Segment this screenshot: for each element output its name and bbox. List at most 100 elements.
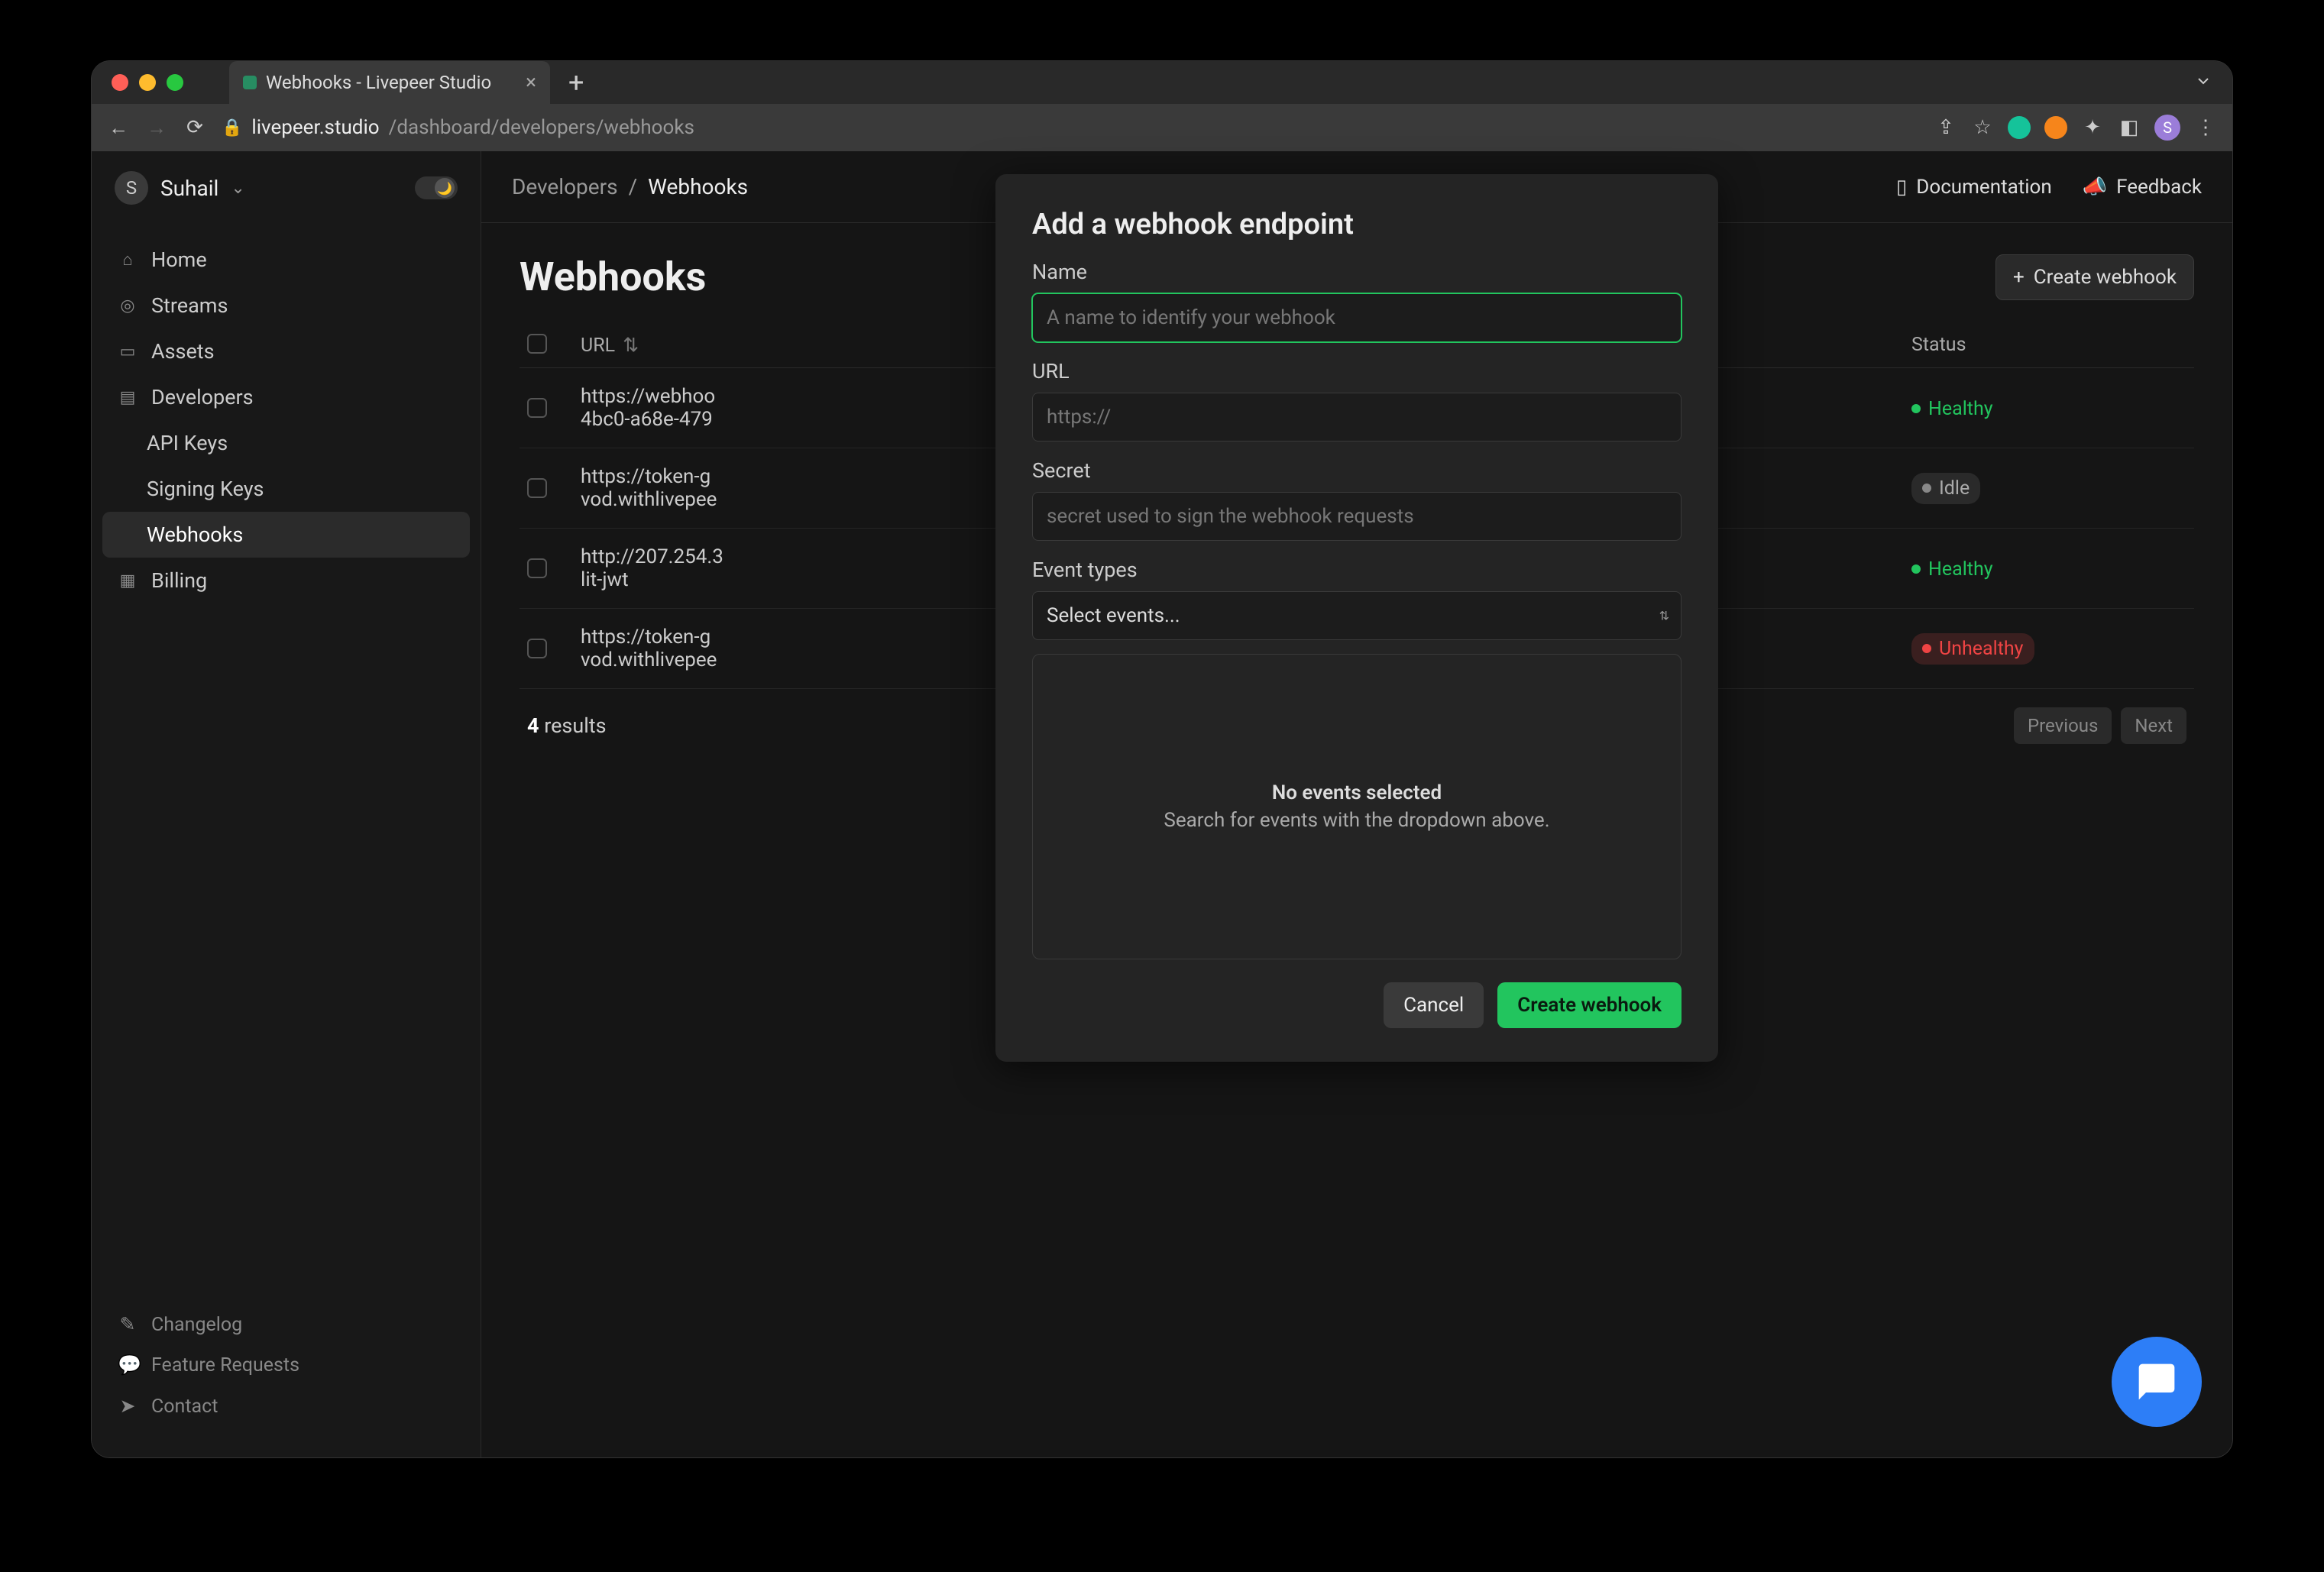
chat-icon: [2135, 1360, 2178, 1403]
sidebar-item-billing[interactable]: ▦Billing: [102, 558, 470, 603]
user-name[interactable]: Suhail: [160, 176, 218, 201]
url-label: URL: [1032, 359, 1682, 383]
sidebar-item-signing-keys[interactable]: Signing Keys: [102, 466, 470, 512]
pagination: Previous Next: [2014, 707, 2186, 744]
maximize-window-icon[interactable]: [167, 74, 183, 91]
toolbar-right: ⇪ ☆ ✦ ◧ S ⋮: [1934, 115, 2217, 141]
reload-icon[interactable]: ⟳: [183, 116, 206, 139]
back-icon[interactable]: ←: [107, 116, 130, 140]
sidebar-item-streams[interactable]: ◎Streams: [102, 283, 470, 328]
theme-toggle[interactable]: [415, 176, 458, 199]
sidebar-changelog[interactable]: ✎Changelog: [102, 1304, 470, 1345]
documentation-link[interactable]: ▯Documentation: [1896, 176, 2052, 199]
plus-icon: +: [2013, 266, 2025, 289]
add-webhook-modal: Add a webhook endpoint Name URL Secret E…: [995, 174, 1718, 1062]
row-checkbox[interactable]: [527, 398, 547, 418]
sidebar-item-home[interactable]: ⌂Home: [102, 237, 470, 283]
home-icon: ⌂: [118, 250, 138, 270]
extension-metamask-icon[interactable]: [2044, 116, 2067, 139]
bookmark-icon[interactable]: ☆: [1971, 116, 1994, 139]
create-webhook-button[interactable]: + Create webhook: [1995, 254, 2194, 300]
modal-footer: Cancel Create webhook: [1032, 982, 1682, 1028]
main-panel: Developers / Webhooks ▯Documentation 📣Fe…: [481, 151, 2232, 1457]
select-arrow-icon: ⇅: [1659, 609, 1669, 623]
chat-fab[interactable]: [2112, 1337, 2202, 1427]
secret-input[interactable]: [1032, 492, 1682, 541]
favicon-icon: [243, 76, 257, 89]
page-title: Webhooks: [520, 254, 706, 300]
address-field[interactable]: 🔒 livepeer.studio/dashboard/developers/w…: [222, 116, 1919, 139]
events-label: Event types: [1032, 558, 1682, 582]
close-window-icon[interactable]: [112, 74, 128, 91]
tab-title: Webhooks - Livepeer Studio: [266, 72, 491, 93]
empty-title: No events selected: [1272, 781, 1442, 804]
sidebar-item-assets[interactable]: ▭Assets: [102, 328, 470, 374]
sidebar-nav: ⌂Home ◎Streams ▭Assets ▤Developers API K…: [92, 225, 481, 616]
profile-avatar[interactable]: S: [2154, 115, 2180, 141]
sidebar-header: S Suhail ⌄: [92, 151, 481, 225]
close-tab-icon[interactable]: ×: [526, 71, 536, 94]
breadcrumb: Developers / Webhooks: [512, 174, 748, 199]
name-label: Name: [1032, 260, 1682, 284]
share-icon[interactable]: ⇪: [1934, 116, 1957, 139]
events-empty-state: No events selected Search for events wit…: [1032, 654, 1682, 959]
next-button[interactable]: Next: [2121, 707, 2186, 744]
cancel-button[interactable]: Cancel: [1384, 982, 1484, 1028]
sidebar-item-webhooks[interactable]: Webhooks: [102, 512, 470, 558]
url-bar: ← → ⟳ 🔒 livepeer.studio/dashboard/develo…: [92, 104, 2232, 151]
more-icon[interactable]: ⋮: [2194, 116, 2217, 139]
top-actions: ▯Documentation 📣Feedback: [1896, 176, 2202, 199]
previous-button[interactable]: Previous: [2014, 707, 2112, 744]
megaphone-icon: 📣: [2083, 176, 2107, 199]
sidebar-item-api-keys[interactable]: API Keys: [102, 420, 470, 466]
titlebar: Webhooks - Livepeer Studio × +: [92, 61, 2232, 104]
modal-title: Add a webhook endpoint: [1032, 208, 1682, 241]
sidebar-contact[interactable]: ➤Contact: [102, 1386, 470, 1427]
sidebar-feature-requests[interactable]: 💬Feature Requests: [102, 1345, 470, 1386]
breadcrumb-current: Webhooks: [648, 174, 748, 199]
feedback-link[interactable]: 📣Feedback: [2083, 176, 2202, 199]
contact-icon: ➤: [118, 1395, 138, 1418]
name-input[interactable]: [1032, 293, 1682, 342]
extension-grammarly-icon[interactable]: [2008, 116, 2031, 139]
events-select[interactable]: ⇅: [1032, 591, 1682, 640]
breadcrumb-separator: /: [629, 174, 638, 199]
column-status[interactable]: Status: [1911, 334, 2186, 357]
minimize-window-icon[interactable]: [139, 74, 156, 91]
sort-icon: ⇅: [623, 335, 639, 357]
select-all-checkbox[interactable]: [527, 334, 547, 354]
empty-subtitle: Search for events with the dropdown abov…: [1164, 809, 1549, 832]
row-checkbox[interactable]: [527, 478, 547, 498]
sidebar-footer: ✎Changelog 💬Feature Requests ➤Contact: [92, 1289, 481, 1457]
chevron-down-icon[interactable]: ⌄: [231, 179, 244, 198]
url-input[interactable]: [1032, 393, 1682, 442]
status-badge: Healthy: [1911, 558, 1993, 581]
window-controls: [92, 74, 183, 91]
extensions-icon[interactable]: ✦: [2081, 116, 2104, 139]
url-path: /dashboard/developers/webhooks: [389, 116, 694, 139]
events-select-value[interactable]: [1032, 591, 1682, 640]
user-avatar[interactable]: S: [115, 171, 148, 205]
status-badge: Unhealthy: [1911, 633, 2034, 665]
changelog-icon: ✎: [118, 1313, 138, 1336]
row-checkbox[interactable]: [527, 639, 547, 658]
assets-icon: ▭: [118, 342, 138, 361]
streams-icon: ◎: [118, 296, 138, 315]
row-checkbox[interactable]: [527, 558, 547, 578]
breadcrumb-parent[interactable]: Developers: [512, 174, 618, 199]
browser-tab[interactable]: Webhooks - Livepeer Studio ×: [229, 61, 550, 104]
app-content: S Suhail ⌄ ⌂Home ◎Streams ▭Assets ▤Devel…: [92, 151, 2232, 1457]
sidepanel-icon[interactable]: ◧: [2118, 116, 2141, 139]
sidebar-item-developers[interactable]: ▤Developers: [102, 374, 470, 420]
book-icon: ▯: [1896, 176, 1907, 199]
developers-icon: ▤: [118, 388, 138, 407]
new-tab-button[interactable]: +: [568, 66, 584, 99]
lock-icon: 🔒: [222, 118, 242, 137]
url-host: livepeer.studio: [251, 116, 379, 139]
billing-icon: ▦: [118, 571, 138, 590]
create-webhook-submit-button[interactable]: Create webhook: [1497, 982, 1682, 1028]
forward-icon[interactable]: →: [145, 116, 168, 140]
sidebar: S Suhail ⌄ ⌂Home ◎Streams ▭Assets ▤Devel…: [92, 151, 481, 1457]
tabs-menu-icon[interactable]: [2194, 72, 2212, 93]
secret-label: Secret: [1032, 458, 1682, 483]
